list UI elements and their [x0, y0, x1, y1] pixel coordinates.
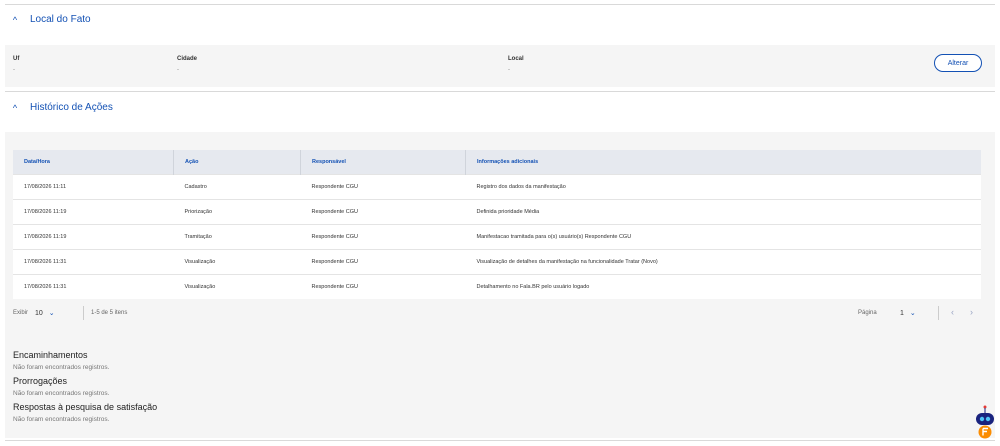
pagina-label: Página [858, 310, 877, 316]
cell-responsavel: Respondente CGU [300, 249, 466, 275]
cell-responsavel: Respondente CGU [300, 224, 466, 250]
historico-table: Data/Hora Ação Responsável Informações a… [13, 150, 981, 299]
chevron-up-icon: ^ [12, 14, 18, 25]
prorrogacoes-title: Prorrogações [13, 376, 68, 386]
cidade-label: Cidade [177, 56, 198, 62]
divider [83, 306, 84, 320]
table-pager: Exibir 10 ⌄ 1-5 de 5 itens Página 1 ⌄ ‹ … [13, 304, 981, 324]
chevron-right-icon[interactable]: › [970, 307, 973, 317]
cell-data-hora: 17/08/2026 11:31 [13, 274, 174, 299]
page-size-value: 10 [35, 309, 43, 317]
cell-acao: Visualização [173, 249, 301, 275]
cell-data-hora: 17/08/2026 11:11 [13, 174, 174, 200]
chevron-up-icon: ^ [12, 102, 18, 113]
section-title: Local do Fato [30, 14, 91, 25]
alterar-button[interactable]: Alterar [934, 54, 982, 72]
respostas-title: Respostas à pesquisa de satisfação [13, 402, 158, 412]
section-header-historico[interactable]: ^ Histórico de Ações [10, 102, 113, 113]
cell-informacoes: Visualização de detalhes da manifestação… [465, 249, 981, 275]
robot-assistant-icon[interactable] [972, 404, 998, 440]
column-header-informacoes[interactable]: Informações adicionais [465, 150, 981, 175]
divider [5, 4, 995, 5]
divider [5, 440, 995, 441]
cell-informacoes: Registro dos dados da manifestação [465, 174, 981, 200]
chevron-left-icon[interactable]: ‹ [951, 307, 954, 317]
page-size-select[interactable]: 10 ⌄ [35, 306, 55, 320]
table-row: 17/08/2026 11:19 Priorização Respondente… [13, 199, 981, 225]
uf-value: - [13, 67, 15, 73]
table-row: 17/08/2026 11:31 Visualização Respondent… [13, 274, 981, 299]
cell-responsavel: Respondente CGU [300, 199, 466, 225]
cell-informacoes: Definida prioridade Média [465, 199, 981, 225]
respostas-empty: Não foram encontrados registros. [13, 416, 110, 423]
table-row: 17/08/2026 11:11 Cadastro Respondente CG… [13, 174, 981, 200]
table-header-row: Data/Hora Ação Responsável Informações a… [13, 150, 981, 175]
uf-label: Uf [13, 56, 20, 62]
cell-informacoes: Manifestacao tramitada para o(s) usuário… [465, 224, 981, 250]
local-label: Local [508, 56, 524, 62]
prorrogacoes-empty: Não foram encontrados registros. [13, 390, 110, 397]
encaminhamentos-title: Encaminhamentos [13, 350, 88, 360]
table-row: 17/08/2026 11:31 Visualização Respondent… [13, 249, 981, 275]
local-do-fato-panel: Uf - Cidade - Local - [5, 45, 995, 87]
page-value: 1 [900, 309, 904, 317]
encaminhamentos-empty: Não foram encontrados registros. [13, 364, 110, 371]
cell-acao: Visualização [173, 274, 301, 299]
range-text: 1-5 de 5 itens [91, 310, 128, 316]
cell-data-hora: 17/08/2026 11:19 [13, 199, 174, 225]
exibir-label: Exibir [13, 310, 29, 316]
page-select[interactable]: 1 ⌄ [900, 306, 916, 320]
cell-acao: Tramitação [173, 224, 301, 250]
cell-responsavel: Respondente CGU [300, 174, 466, 200]
local-value: - [508, 67, 510, 73]
section-title: Histórico de Ações [30, 102, 113, 113]
cidade-value: - [177, 67, 179, 73]
divider [938, 306, 939, 320]
cell-data-hora: 17/08/2026 11:19 [13, 224, 174, 250]
column-header-data-hora[interactable]: Data/Hora [13, 150, 174, 175]
table-row: 17/08/2026 11:19 Tramitação Respondente … [13, 224, 981, 250]
chevron-down-icon: ⌄ [48, 310, 55, 317]
cell-informacoes: Detalhamento no Fala.BR pelo usuário log… [465, 274, 981, 299]
cell-acao: Priorização [173, 199, 301, 225]
column-header-responsavel[interactable]: Responsável [300, 150, 466, 175]
cell-data-hora: 17/08/2026 11:31 [13, 249, 174, 275]
cell-responsavel: Respondente CGU [300, 274, 466, 299]
section-header-local-do-fato[interactable]: ^ Local do Fato [10, 14, 91, 25]
column-header-acao[interactable]: Ação [173, 150, 301, 175]
cell-acao: Cadastro [173, 174, 301, 200]
chevron-down-icon: ⌄ [909, 310, 916, 317]
divider [5, 91, 995, 92]
